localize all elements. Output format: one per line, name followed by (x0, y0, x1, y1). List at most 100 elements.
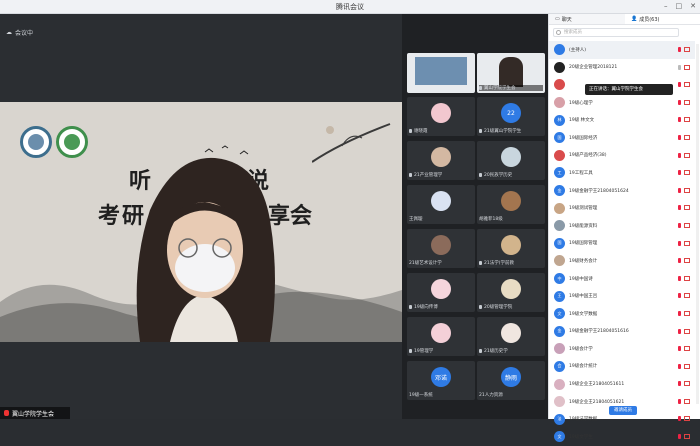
mic-muted-icon[interactable] (678, 240, 681, 246)
participant-tile[interactable]: 胡雅菲18级 (477, 185, 545, 224)
participant-tile[interactable]: 翼山学院学生会 (477, 53, 545, 93)
camera-off-icon[interactable] (684, 293, 690, 299)
participant-tile[interactable]: 22 21级翼山学院学生 (477, 97, 545, 136)
invite-members-button[interactable]: 邀请成员 (609, 406, 637, 415)
member-row[interactable]: 19级会计学 (549, 340, 695, 358)
camera-off-icon[interactable] (684, 99, 690, 105)
camera-off-icon[interactable] (684, 205, 690, 211)
mic-muted-icon[interactable] (678, 187, 681, 193)
member-row[interactable]: 19级企业王21804051611 (549, 375, 695, 393)
mic-muted-icon[interactable] (678, 205, 681, 211)
camera-off-icon[interactable] (684, 275, 690, 281)
camera-off-icon[interactable] (684, 363, 690, 369)
camera-off-icon[interactable] (684, 381, 690, 387)
mic-muted-icon[interactable] (678, 363, 681, 369)
mic-muted-icon[interactable] (678, 64, 681, 70)
member-row[interactable]: 王 19级中国王吕 (549, 287, 695, 305)
camera-off-icon[interactable] (684, 398, 690, 404)
window-title: 腾讯会议 (336, 3, 364, 11)
camera-off-icon[interactable] (684, 434, 690, 440)
mic-muted-icon[interactable] (678, 381, 681, 387)
member-row[interactable]: 文 19级文学生 (549, 428, 695, 446)
camera-off-icon[interactable] (684, 117, 690, 123)
member-row[interactable]: 国 19级国际经济 (549, 129, 695, 147)
member-row[interactable]: 文 19级文学数据 (549, 305, 695, 323)
minimize-icon[interactable]: – (664, 2, 668, 10)
member-row[interactable]: 19级能源资料 (549, 217, 695, 235)
camera-off-icon[interactable] (684, 328, 690, 334)
participant-name: 王佩璇 (409, 217, 423, 222)
mic-muted-icon[interactable] (678, 328, 681, 334)
member-row[interactable]: 19级心理学 (549, 94, 695, 112)
camera-off-icon[interactable] (684, 187, 690, 193)
participant-tile[interactable]: 21产业管理学 (407, 141, 475, 180)
mic-muted-icon[interactable] (678, 134, 681, 140)
avatar-text: 邓诺 (434, 374, 447, 382)
participant-tile[interactable]: 邓诺 19级一系统 (407, 361, 475, 400)
maximize-icon[interactable]: □ (676, 2, 683, 10)
mic-muted-icon[interactable] (678, 47, 681, 52)
tab-chat[interactable]: ▭ 聊天 (549, 14, 625, 24)
participant-tile[interactable]: 21级艺术设计学 (407, 229, 475, 268)
speaker-name-tag: 翼山学院学生会 (0, 407, 70, 419)
participant-tile[interactable]: 静雨 21人力资源 (477, 361, 545, 400)
camera-off-icon[interactable] (684, 134, 690, 140)
camera-off-icon[interactable] (684, 346, 690, 352)
mic-icon (479, 86, 482, 90)
camera-off-icon[interactable] (684, 222, 690, 228)
mic-muted-icon[interactable] (678, 117, 681, 123)
participant-tile[interactable]: 19级向传博 (407, 273, 475, 312)
camera-off-icon[interactable] (684, 152, 690, 158)
mic-muted-icon[interactable] (678, 310, 681, 316)
member-row[interactable]: 中 19级中国诗 (549, 270, 695, 288)
camera-off-icon[interactable] (684, 310, 690, 316)
member-row[interactable]: 国 19级国际管理 (549, 235, 695, 253)
mic-muted-icon[interactable] (678, 258, 681, 264)
participant-tile[interactable]: 谢晓霞 (407, 97, 475, 136)
member-row[interactable]: 19级测试管理 (549, 199, 695, 217)
close-icon[interactable]: ✕ (690, 2, 696, 10)
mic-muted-icon[interactable] (678, 152, 681, 158)
mic-muted-icon[interactable] (678, 275, 681, 281)
participant-tile[interactable]: 20级管理学院 (477, 273, 545, 312)
camera-off-icon[interactable] (684, 47, 690, 52)
member-avatar: 金 (554, 185, 565, 197)
member-name: 19级测试管理 (569, 206, 598, 212)
member-list-scrollbar[interactable] (696, 44, 699, 404)
camera-off-icon[interactable] (684, 170, 690, 176)
mic-muted-icon[interactable] (678, 82, 681, 88)
camera-off-icon[interactable] (684, 64, 690, 70)
mic-muted-icon[interactable] (678, 346, 681, 352)
camera-off-icon[interactable] (684, 82, 690, 88)
participant-tile[interactable]: 20民族学历史 (477, 141, 545, 180)
mic-muted-icon[interactable] (678, 222, 681, 228)
mic-muted-icon[interactable] (678, 434, 681, 440)
screen-thumbnail (415, 57, 467, 85)
participant-name: 19级一系统 (409, 393, 433, 398)
member-row[interactable]: 金 19级金融学王21804051616 (549, 323, 695, 341)
member-name: 19工程工具 (569, 170, 593, 176)
participant-tile[interactable]: 21法学(学前教 (477, 229, 545, 268)
member-row[interactable]: 林 19级 林文文 (549, 111, 695, 129)
mic-muted-icon[interactable] (678, 170, 681, 176)
member-row[interactable]: 金 19级金融学王21804051624 (549, 182, 695, 200)
member-name: 19级心理学 (569, 100, 593, 106)
member-row[interactable]: (主持人) (549, 41, 695, 59)
mic-muted-icon[interactable] (678, 99, 681, 105)
camera-off-icon[interactable] (684, 240, 690, 246)
member-avatar (554, 79, 565, 91)
tab-members[interactable]: 👤 成员(63) (625, 14, 700, 24)
member-row[interactable]: 工 19工程工具 (549, 164, 695, 182)
participant-tile[interactable]: 19管理学 (407, 317, 475, 356)
participant-tile[interactable]: 王佩璇 (407, 185, 475, 224)
mic-muted-icon[interactable] (678, 293, 681, 299)
mic-muted-icon[interactable] (678, 398, 681, 404)
participant-tile[interactable] (407, 53, 475, 93)
participant-tile[interactable]: 21级历史学 (477, 317, 545, 356)
member-row[interactable]: 19级财务会计 (549, 252, 695, 270)
member-search-input[interactable]: 搜索成员 (553, 28, 679, 37)
member-row[interactable]: 会 19级会计统计 (549, 358, 695, 376)
member-row[interactable]: 19级产品经济(38) (549, 147, 695, 165)
camera-off-icon[interactable] (684, 258, 690, 264)
member-row[interactable]: 20级企业管理2018121 (549, 59, 695, 77)
